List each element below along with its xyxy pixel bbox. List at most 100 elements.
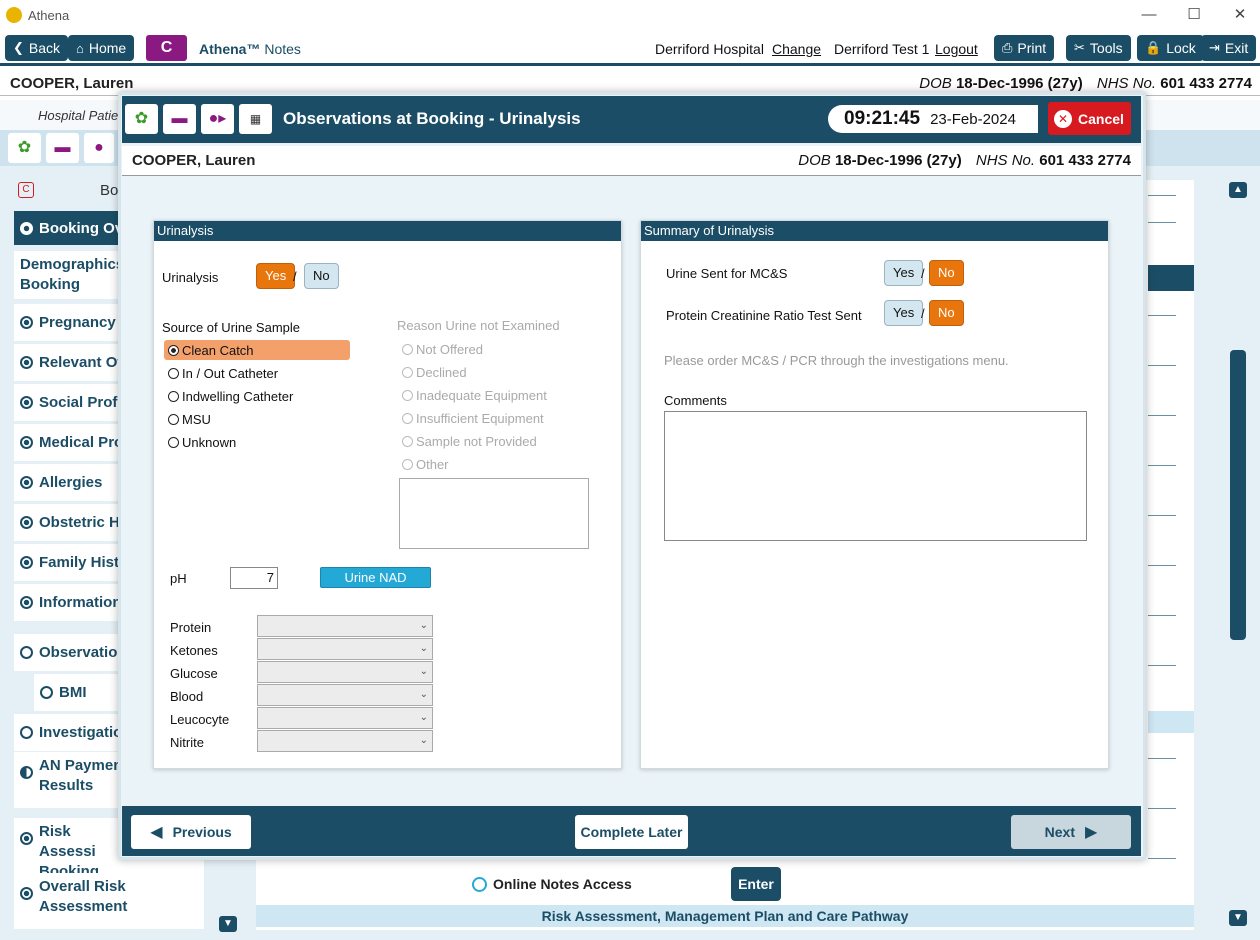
pcr-no-button[interactable]: No (929, 300, 964, 326)
maximize-button[interactable]: ☐ (1181, 4, 1207, 26)
test-label: Ketones (170, 643, 218, 658)
reason-option-2[interactable]: Declined (402, 363, 467, 381)
exit-button[interactable]: ⇥ Exit (1201, 35, 1257, 61)
sidebar-item-16[interactable]: Overall Risk Assessment (14, 873, 204, 929)
scroll-down-button[interactable]: ▼ (1229, 910, 1247, 926)
lock-button[interactable]: 🔒 Lock (1137, 35, 1204, 61)
change-hospital-link[interactable]: Change (772, 41, 821, 57)
mcs-no-button[interactable]: No (929, 260, 964, 286)
clock-time: 09:21:45 (844, 108, 921, 129)
background-divider (1148, 758, 1176, 759)
status-radio-icon (20, 476, 33, 489)
calendar-icon[interactable]: ▦ (239, 104, 272, 134)
complete-later-button[interactable]: Complete Later (575, 815, 688, 849)
previous-button[interactable]: ◀ Previous (131, 815, 251, 849)
athena-app-icon (6, 7, 22, 23)
nav-scroll-down-button[interactable]: ▼ (219, 916, 237, 932)
enter-button[interactable]: Enter (731, 867, 781, 901)
test-label: Nitrite (170, 735, 204, 750)
patient-name: COOPER, Lauren (10, 75, 134, 92)
cancel-button[interactable]: ✕ Cancel (1048, 102, 1131, 135)
tools-button[interactable]: ✂ Tools (1066, 35, 1131, 61)
reason-option-5[interactable]: Sample not Provided (402, 432, 537, 450)
sidebar-item-label: BMI (59, 684, 87, 701)
comments-label: Comments (664, 393, 727, 408)
chevron-down-icon: ⌄ (419, 666, 428, 677)
risk-assessment-bar: Risk Assessment, Management Plan and Car… (256, 905, 1194, 927)
chevron-down-icon: ⌄ (419, 643, 428, 654)
online-notes-access[interactable]: Online Notes Access (472, 876, 632, 892)
main-scrollbar-thumb[interactable] (1230, 350, 1246, 640)
source-option-3[interactable]: Indwelling Catheter (164, 386, 350, 406)
window-titlebar: Athena — ☐ ✕ (0, 0, 1260, 30)
radio-icon (402, 343, 413, 355)
urinalysis-panel-header: Urinalysis (154, 221, 621, 241)
chevron-down-icon: ⌄ (419, 735, 428, 746)
test-select[interactable]: ⌄ (257, 707, 433, 729)
mother-icon[interactable]: ● (84, 133, 114, 163)
back-button[interactable]: ❮ Back (5, 35, 69, 61)
radio-icon (168, 390, 179, 402)
sidebar-item-label: Relevant Ot (39, 354, 123, 371)
logout-link[interactable]: Logout (935, 41, 978, 57)
mother-icon[interactable]: ●▸ (201, 104, 234, 134)
sidebar-item-label: Demographics Booking (20, 256, 125, 293)
status-radio-icon (20, 726, 33, 739)
ph-input[interactable]: 7 (230, 567, 278, 589)
user-name: Derriford Test 1 (834, 41, 930, 57)
online-notes-radio[interactable] (472, 876, 487, 892)
reason-not-examined-label: Reason Urine not Examined (397, 318, 560, 333)
minimize-button[interactable]: — (1136, 4, 1162, 26)
pcr-yes-button[interactable]: Yes (884, 300, 924, 326)
home-button[interactable]: ⌂ Home (68, 35, 135, 61)
reason-option-6[interactable]: Other (402, 455, 449, 473)
flower-icon[interactable]: ✿ (8, 133, 41, 163)
sidebar-item-label: Risk Assessi Booking (39, 823, 99, 874)
status-radio-icon (20, 356, 33, 369)
patient-details: DOB 18-Dec-1996 (27y) NHS No. 601 433 27… (919, 75, 1252, 92)
slash-separator: / (921, 306, 925, 321)
close-window-button[interactable]: ✕ (1227, 4, 1253, 26)
reason-option-1[interactable]: Not Offered (402, 340, 483, 358)
test-select[interactable]: ⌄ (257, 615, 433, 637)
source-option-1[interactable]: Clean Catch (164, 340, 350, 360)
investigations-hint: Please order MC&S / PCR through the inve… (664, 353, 1009, 368)
radio-icon (402, 412, 413, 424)
chevron-down-icon: ⌄ (419, 689, 428, 700)
pill-icon[interactable]: ▬ (46, 133, 79, 163)
test-select[interactable]: ⌄ (257, 661, 433, 683)
scroll-up-button[interactable]: ▲ (1229, 182, 1247, 198)
reason-option-4[interactable]: Insufficient Equipment (402, 409, 544, 427)
reason-option-3[interactable]: Inadequate Equipment (402, 386, 547, 404)
next-button[interactable]: Next ▶ (1011, 815, 1131, 849)
home-icon: ⌂ (76, 40, 84, 56)
sidebar-item-label: Obstetric H (39, 514, 120, 531)
background-divider (1148, 858, 1176, 859)
test-select[interactable]: ⌄ (257, 684, 433, 706)
c-logo[interactable]: C (146, 35, 187, 61)
flower-icon[interactable]: ✿ (125, 104, 158, 134)
mcs-yes-button[interactable]: Yes (884, 260, 924, 286)
test-label: Leucocyte (170, 712, 230, 727)
reason-other-textarea[interactable] (399, 478, 589, 549)
window-title: Athena (28, 8, 70, 23)
source-option-5[interactable]: Unknown (164, 432, 350, 452)
test-label: Blood (170, 689, 204, 704)
source-option-2[interactable]: In / Out Catheter (164, 363, 350, 383)
mcs-label: Urine Sent for MC&S (666, 266, 788, 281)
urinalysis-yes-button[interactable]: Yes (256, 263, 296, 289)
test-select[interactable]: ⌄ (257, 638, 433, 660)
printer-icon: ⎙ (1002, 40, 1013, 55)
sidebar-item-label: Overall Risk Assessment (39, 878, 128, 915)
urinalysis-no-button[interactable]: No (304, 263, 339, 289)
urine-nad-button[interactable]: Urine NAD (320, 567, 431, 588)
background-divider (1148, 365, 1176, 366)
source-option-4[interactable]: MSU (164, 409, 350, 429)
pcr-label: Protein Creatinine Ratio Test Sent (666, 308, 862, 323)
print-button[interactable]: ⎙ Print (994, 35, 1055, 61)
modal-patient-details: DOB 18-Dec-1996 (27y) NHS No. 601 433 27… (798, 152, 1131, 169)
pill-icon[interactable]: ▬ (163, 104, 196, 134)
test-select[interactable]: ⌄ (257, 730, 433, 752)
sidebar-item-label: Allergies (39, 474, 103, 491)
comments-textarea[interactable] (664, 411, 1087, 541)
